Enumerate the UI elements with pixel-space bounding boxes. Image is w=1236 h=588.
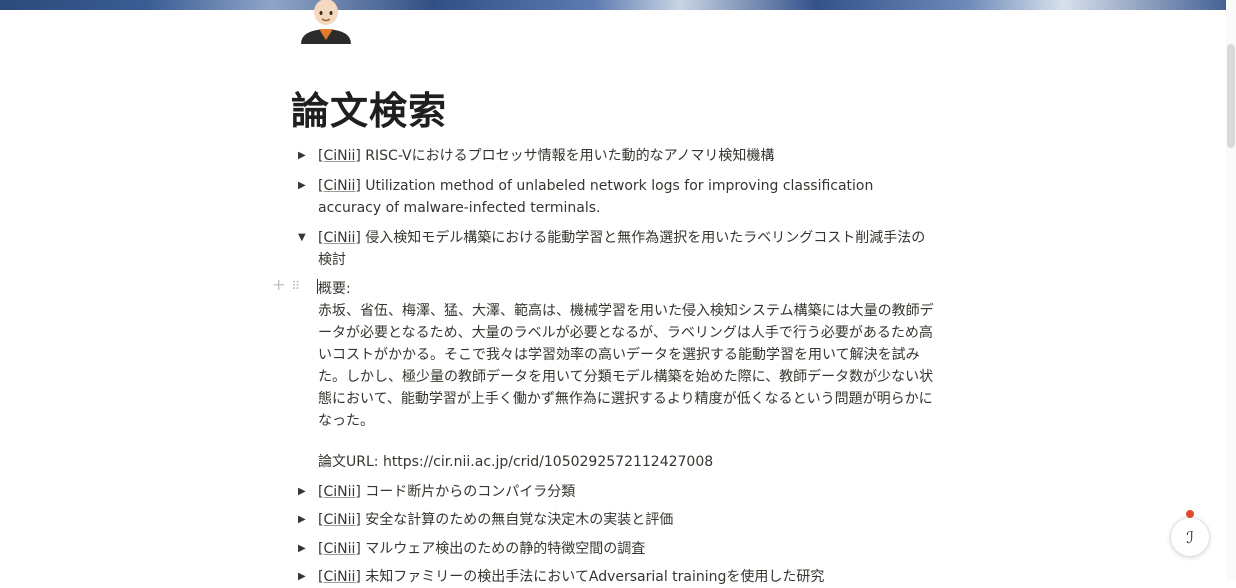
help-button[interactable]: ℐ (1170, 517, 1210, 557)
toggle-collapsed-icon[interactable]: ▶ (298, 509, 312, 531)
summary-text[interactable]: 赤坂、省伍、梅澤、猛、大澤、範高は、機械学習を用いた侵入検知システム構築には大量… (318, 300, 938, 432)
toggle-collapsed-icon[interactable]: ▶ (298, 538, 312, 560)
toggle-title[interactable]: [CiNii] RISC-Vにおけるプロセッサ情報を用いた動的なアノマリ検知機構 (318, 145, 938, 167)
cinii-link[interactable]: [CiNii] (318, 148, 361, 164)
toggle-expanded-icon[interactable]: ▼ (298, 227, 312, 249)
helper-icon: ℐ (1186, 527, 1194, 547)
person-avatar-icon (301, 0, 351, 44)
paper-title: 侵入検知モデル構築における能動学習と無作為選択を用いたラベリングコスト削減手法の… (318, 230, 926, 268)
add-block-icon[interactable]: + (272, 275, 285, 294)
paper-title: RISC-Vにおけるプロセッサ情報を用いた動的なアノマリ検知機構 (360, 148, 775, 164)
notification-dot (1186, 510, 1194, 518)
paper-title: コード断片からのコンパイラ分類 (360, 484, 576, 500)
toggle-content[interactable]: 概要: 赤坂、省伍、梅澤、猛、大澤、範高は、機械学習を用いた侵入検知システム構築… (318, 278, 938, 432)
scrollbar[interactable] (1226, 0, 1236, 580)
toggle-title[interactable]: [CiNii] 侵入検知モデル構築における能動学習と無作為選択を用いたラベリング… (318, 227, 938, 271)
paper-url[interactable]: 論文URL: https://cir.nii.ac.jp/crid/105029… (318, 451, 938, 473)
toggle-collapsed-icon[interactable]: ▶ (298, 175, 312, 197)
paper-title: 安全な計算のための無自覚な決定木の実装と評価 (360, 512, 674, 528)
cinii-link[interactable]: [CiNii] (318, 569, 361, 585)
toggle-title[interactable]: [CiNii] Utilization method of unlabeled … (318, 175, 938, 219)
toggle-title[interactable]: [CiNii] 安全な計算のための無自覚な決定木の実装と評価 (318, 509, 938, 531)
cinii-link[interactable]: [CiNii] (318, 484, 361, 500)
cinii-link[interactable]: [CiNii] (318, 541, 361, 557)
paper-url-block[interactable]: 論文URL: https://cir.nii.ac.jp/crid/105029… (318, 451, 938, 473)
page-icon-avatar[interactable] (297, 0, 355, 44)
cinii-link[interactable]: [CiNii] (318, 178, 361, 194)
block-handle[interactable]: + ⠿ (272, 275, 300, 294)
toggle-title[interactable]: [CiNii] 未知ファミリーの検出手法においてAdversarial trai… (318, 566, 938, 588)
cinii-link[interactable]: [CiNii] (318, 512, 361, 528)
scrollbar-thumb[interactable] (1227, 44, 1235, 148)
toggle-collapsed-icon[interactable]: ▶ (298, 145, 312, 167)
paper-title: 未知ファミリーの検出手法においてAdversarial trainingを使用し… (360, 569, 825, 585)
toggle-title[interactable]: [CiNii] コード断片からのコンパイラ分類 (318, 481, 938, 503)
toggle-collapsed-icon[interactable]: ▶ (298, 566, 312, 588)
toggle-title[interactable]: [CiNii] マルウェア検出のための静的特徴空間の調査 (318, 538, 938, 560)
cinii-link[interactable]: [CiNii] (318, 230, 361, 246)
cover-image[interactable] (0, 0, 1236, 10)
page-title[interactable]: 論文検索 (291, 80, 447, 135)
paper-title: マルウェア検出のための静的特徴空間の調査 (360, 541, 646, 557)
drag-handle-icon[interactable]: ⠿ (291, 279, 300, 293)
summary-label[interactable]: 概要: (318, 278, 938, 300)
paper-title: Utilization method of unlabeled network … (318, 178, 874, 216)
toggle-collapsed-icon[interactable]: ▶ (298, 481, 312, 503)
